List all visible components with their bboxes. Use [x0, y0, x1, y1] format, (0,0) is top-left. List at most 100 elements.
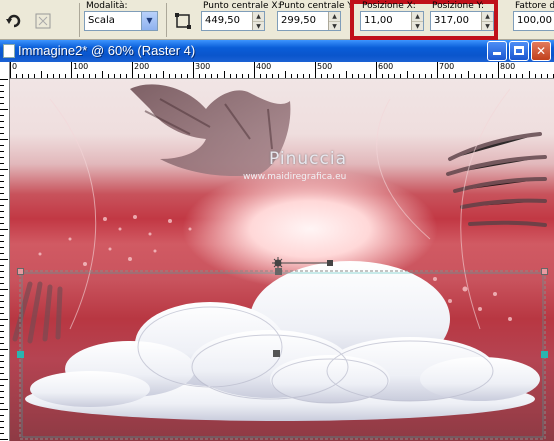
chevron-down-icon[interactable]: ▼ [141, 12, 157, 30]
ruler-minor-tick [235, 74, 237, 78]
canvas-artwork [12, 84, 547, 440]
ruler-minor-tick [382, 74, 384, 78]
ruler-minor-tick [522, 74, 524, 78]
ruler-minor-tick [211, 74, 213, 78]
center-x-input[interactable]: 449,50 ▲ ▼ [201, 11, 265, 31]
selection-handle-middle-right[interactable] [541, 351, 548, 358]
ruler-major-tick [498, 62, 499, 78]
cloud-shape [25, 261, 540, 421]
center-y-input[interactable]: 299,50 ▲ ▼ [277, 11, 341, 31]
ruler-label: 400 [256, 62, 272, 71]
ruler-vertical-tick [0, 409, 8, 410]
ruler-minor-tick [302, 74, 304, 78]
ruler-vertical-tick [0, 301, 4, 302]
undo-arrow-icon[interactable] [5, 12, 23, 30]
position-y-value: 317,00 [434, 15, 469, 26]
ruler-minor-tick [168, 74, 170, 78]
ruler-vertical-tick [0, 151, 4, 152]
ruler-vertical-tick [0, 313, 4, 314]
ruler-minor-tick [296, 74, 298, 78]
selection-handle-top-right[interactable] [541, 268, 548, 275]
reset-deform-icon[interactable] [34, 12, 52, 30]
ruler-vertical-tick [0, 91, 4, 92]
watermark-site: www.maidiregrafica.eu [243, 172, 347, 182]
ruler-minor-tick [321, 74, 323, 78]
ruler-minor-tick [424, 74, 426, 78]
selection-handle-top-left[interactable] [17, 268, 24, 275]
ruler-vertical-tick [0, 193, 4, 194]
ruler-vertical-tick [0, 223, 4, 224]
center-point-icon[interactable] [174, 12, 192, 30]
ruler-minor-tick [449, 74, 451, 78]
ruler-vertical-tick [0, 397, 4, 398]
ruler-vertical-tick [0, 379, 8, 380]
ruler-label: 700 [439, 62, 455, 71]
position-y-spinner[interactable]: ▲ ▼ [481, 12, 493, 30]
ruler-vertical-tick [0, 367, 4, 368]
position-x-spinner[interactable]: ▲ ▼ [411, 12, 423, 30]
ruler-minor-tick [125, 74, 127, 78]
ruler-vertical-tick [0, 181, 4, 182]
tool-options-bar: Modalità: Scala ▼ Punto centrale X: 449,… [0, 0, 554, 40]
ruler-vertical-tick [0, 145, 4, 146]
ruler-minor-tick [406, 71, 408, 78]
ruler-vertical-tick [0, 199, 8, 200]
ruler-vertical-tick [0, 187, 4, 188]
ruler-minor-tick [52, 74, 54, 78]
selection-handle-middle-left[interactable] [17, 351, 24, 358]
position-y-input[interactable]: 317,00 ▲ ▼ [430, 11, 494, 31]
ruler-minor-tick [430, 74, 432, 78]
ruler-vertical-tick [0, 127, 4, 128]
minimize-icon [493, 52, 501, 55]
close-button[interactable]: ✕ [531, 41, 551, 61]
ruler-label: 600 [378, 62, 394, 71]
image-canvas[interactable]: Pinuccia www.maidiregrafica.eu [10, 79, 554, 441]
ruler-minor-tick [144, 74, 146, 78]
ruler-minor-tick [467, 71, 469, 78]
ruler-minor-tick [77, 74, 79, 78]
ruler-label: 300 [195, 62, 211, 71]
ruler-vertical-tick [0, 427, 4, 428]
ruler-vertical-tick [0, 331, 4, 332]
ruler-vertical-tick [0, 439, 8, 440]
ruler-minor-tick [119, 74, 121, 78]
ruler-vertical-tick [0, 361, 4, 362]
ruler-vertical-tick [0, 337, 4, 338]
ruler-minor-tick [363, 74, 365, 78]
maximize-button[interactable] [509, 41, 529, 61]
ruler-minor-tick [40, 71, 42, 78]
mode-select[interactable]: Scala ▼ [84, 11, 158, 31]
ruler-minor-tick [461, 74, 463, 78]
ruler-minor-tick [400, 74, 402, 78]
ruler-vertical-tick [0, 355, 4, 356]
dark-wing-shape [130, 84, 291, 177]
center-x-spinner[interactable]: ▲ ▼ [252, 12, 264, 30]
center-y-spinner[interactable]: ▲ ▼ [328, 12, 340, 30]
ruler-minor-tick [95, 74, 97, 78]
ruler-vertical-tick [0, 109, 8, 110]
factor-value: 100,00 [517, 15, 552, 26]
ruler-label: 100 [73, 62, 89, 71]
ruler-vertical-tick [0, 229, 8, 230]
mode-label: Modalità: [86, 1, 128, 11]
document-icon [3, 44, 15, 58]
ruler-minor-tick [516, 74, 518, 78]
selection-handle-top-center[interactable] [275, 268, 282, 275]
ruler-major-tick [315, 62, 316, 78]
minimize-button[interactable] [487, 41, 507, 61]
ruler-vertical-tick [0, 391, 4, 392]
ruler-minor-tick [272, 74, 274, 78]
ruler-minor-tick [418, 74, 420, 78]
ruler-minor-tick [443, 74, 445, 78]
position-x-input[interactable]: 11,00 ▲ ▼ [360, 11, 424, 31]
ruler-vertical-tick [0, 349, 8, 350]
ruler-vertical-tick [0, 205, 4, 206]
document-title-bar[interactable]: Immagine2* @ 60% (Raster 4) ✕ [0, 40, 554, 62]
ruler-vertical-tick [0, 157, 4, 158]
ruler-minor-tick [156, 74, 158, 78]
factor-input[interactable]: 100,00 [513, 11, 554, 31]
ruler-major-tick [71, 62, 72, 78]
factor-label: Fattore d [515, 1, 554, 11]
ruler-minor-tick [491, 74, 493, 78]
ruler-minor-tick [28, 74, 30, 78]
